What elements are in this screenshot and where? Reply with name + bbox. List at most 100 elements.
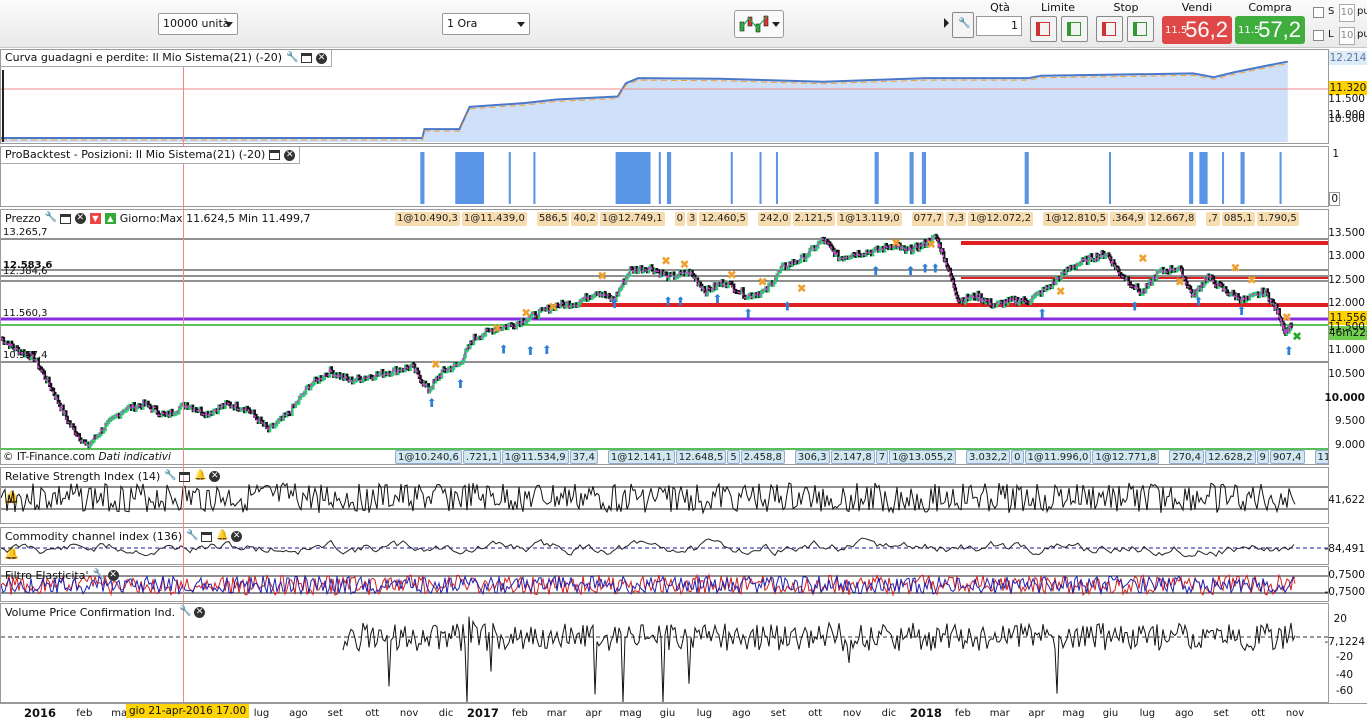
close-icon[interactable]: ✕: [284, 149, 296, 161]
window-icon[interactable]: [201, 531, 213, 542]
sell-order-label[interactable]: .721,1: [462, 450, 501, 464]
chart-type-button[interactable]: [734, 10, 784, 38]
limit-sell-button[interactable]: [1061, 16, 1088, 42]
stop-buy-button[interactable]: [1096, 16, 1123, 42]
close-icon[interactable]: ✕: [316, 52, 328, 64]
window-icon[interactable]: [301, 53, 313, 63]
buy-order-label[interactable]: 1@12.810,5: [1043, 212, 1108, 226]
buy-order-label[interactable]: 12.460,5: [699, 212, 748, 226]
elasticity-chart: [1, 573, 1328, 597]
buy-order-label[interactable]: 3: [687, 212, 698, 226]
copyright: © IT-Finance.com: [3, 451, 96, 463]
sell-order-label[interactable]: 306,3: [794, 450, 830, 464]
sell-order-label[interactable]: 12.628,2: [1204, 450, 1256, 464]
sell-order-label[interactable]: 0: [1011, 450, 1024, 464]
vpci-tick: -60: [1335, 685, 1353, 697]
sell-order-label[interactable]: 7: [875, 450, 889, 464]
wrench-icon[interactable]: 🔧: [45, 213, 57, 224]
close-icon[interactable]: ✕: [107, 570, 119, 581]
sell-order-label[interactable]: 907,4: [1269, 450, 1305, 464]
window-icon[interactable]: [179, 471, 191, 482]
buy-order-label[interactable]: .364,9: [1109, 212, 1146, 226]
buy-order-label[interactable]: 7,3: [946, 212, 967, 226]
bell-icon[interactable]: 🔔: [216, 531, 228, 542]
elasticity-title: Filtro Elasticita': [5, 568, 89, 582]
sell-order-label[interactable]: 5: [727, 450, 740, 464]
close-icon[interactable]: ✕: [194, 607, 206, 618]
sell-order-label[interactable]: 1@12.771,8: [1092, 450, 1160, 464]
sell-signal-marker: ✖: [431, 358, 441, 372]
qty-input[interactable]: 1: [976, 16, 1022, 36]
buy-order-label[interactable]: 12.667,8: [1147, 212, 1197, 226]
collapse-arrow-icon[interactable]: [944, 18, 949, 28]
position-block: [1024, 152, 1029, 204]
buy-order-label[interactable]: 0: [674, 212, 685, 226]
wrench-icon[interactable]: 🔧: [179, 607, 191, 618]
sell-button[interactable]: 11.5 56,2: [1162, 16, 1232, 44]
wrench-icon[interactable]: 🔧: [93, 570, 105, 581]
bell-icon[interactable]: 🔔: [194, 471, 206, 482]
sell-order-label[interactable]: 1@12.141,1: [607, 450, 675, 464]
stop-buy-icon: [1102, 22, 1116, 36]
sell-order-label[interactable]: 11.643,3: [1314, 450, 1328, 464]
sell-order-label[interactable]: 2.458,8: [740, 450, 785, 464]
buy-order-label[interactable]: 586,5: [536, 212, 570, 226]
buy-order-label[interactable]: 242,0: [757, 212, 791, 226]
buy-order-label[interactable]: 085,1: [1221, 212, 1255, 226]
elasticity-tick: -0,7500: [1324, 586, 1365, 598]
time-axis-label: ott: [808, 708, 823, 719]
timeframe-select[interactable]: 1 Ora: [442, 13, 530, 35]
sell-order-label[interactable]: 2.147,8: [830, 450, 875, 464]
sell-order-label[interactable]: 37,4: [569, 450, 598, 464]
sell-order-label[interactable]: 12.648,5: [675, 450, 727, 464]
wrench-icon[interactable]: 🔧: [286, 52, 298, 64]
close-icon[interactable]: ✕: [209, 471, 221, 482]
limit-checkbox[interactable]: [1313, 30, 1324, 41]
stop-sell-button[interactable]: [1127, 16, 1154, 42]
wrench-icon[interactable]: 🔧: [164, 471, 176, 482]
time-axis-label: mag: [1062, 708, 1085, 719]
buy-order-label[interactable]: ,7: [1206, 212, 1220, 226]
quantity-select[interactable]: 10000 unità: [158, 13, 238, 35]
buy-order-label[interactable]: 077,7: [911, 212, 945, 226]
buy-order-label[interactable]: 1@10.490,3: [395, 212, 460, 226]
l-distance-input[interactable]: 10: [1339, 27, 1355, 45]
buy-order-label[interactable]: 1@12.072,2: [968, 212, 1034, 226]
buy-order-label[interactable]: 1@13.119,0: [836, 212, 902, 226]
close-icon[interactable]: ✕: [231, 531, 243, 542]
buy-arrow-icon[interactable]: ▲: [104, 213, 116, 224]
buy-order-label[interactable]: 2.121,5: [792, 212, 835, 226]
equity-tick: 10.500: [1328, 113, 1365, 125]
buy-button[interactable]: 11.5 57,2: [1235, 16, 1305, 44]
window-icon[interactable]: [59, 213, 71, 224]
buy-price: 57,2: [1258, 17, 1301, 42]
buy-order-label[interactable]: 1.790,5: [1256, 212, 1299, 226]
sell-order-label[interactable]: 1@13.055,2: [889, 450, 956, 464]
position-block: [508, 152, 511, 204]
buy-order-label[interactable]: 1@11.439,0: [461, 212, 527, 226]
price-tick: 12.000: [1328, 297, 1365, 310]
chevron-down-icon: [225, 22, 233, 27]
buy-signal-arrow: ⬆: [675, 295, 685, 309]
buy-order-label[interactable]: 40,2: [571, 212, 598, 226]
limit-buy-button[interactable]: [1030, 16, 1057, 42]
vpci-title: Volume Price Confirmation Ind.: [5, 605, 176, 619]
positions-panel-header: ProBacktest - Posizioni: Il Mio Sistema(…: [1, 147, 301, 164]
wrench-icon[interactable]: 🔧: [186, 531, 198, 542]
sell-arrow-icon[interactable]: ▼: [89, 213, 101, 224]
sell-order-label[interactable]: 1@11.534,9: [501, 450, 569, 464]
sell-order-label[interactable]: 9: [1256, 450, 1269, 464]
close-icon[interactable]: ✕: [74, 213, 86, 224]
window-icon[interactable]: [269, 150, 281, 160]
s-distance-input[interactable]: 10: [1339, 4, 1355, 22]
sell-order-label[interactable]: 1@10.240,6: [395, 450, 462, 464]
sell-price: 56,2: [1185, 17, 1228, 42]
sell-order-label[interactable]: 1@11.996,0: [1024, 450, 1092, 464]
sell-order-label[interactable]: 270,4: [1169, 450, 1204, 464]
buy-signal-arrow: ⬆: [610, 297, 620, 311]
buy-order-label[interactable]: 1@12.749,1: [599, 212, 665, 226]
stop-checkbox[interactable]: [1313, 7, 1324, 18]
order-settings-button[interactable]: 🔧: [952, 12, 974, 38]
sell-order-label[interactable]: 3.032,2: [965, 450, 1011, 464]
vpci-tick: -7,1224: [1324, 636, 1365, 648]
